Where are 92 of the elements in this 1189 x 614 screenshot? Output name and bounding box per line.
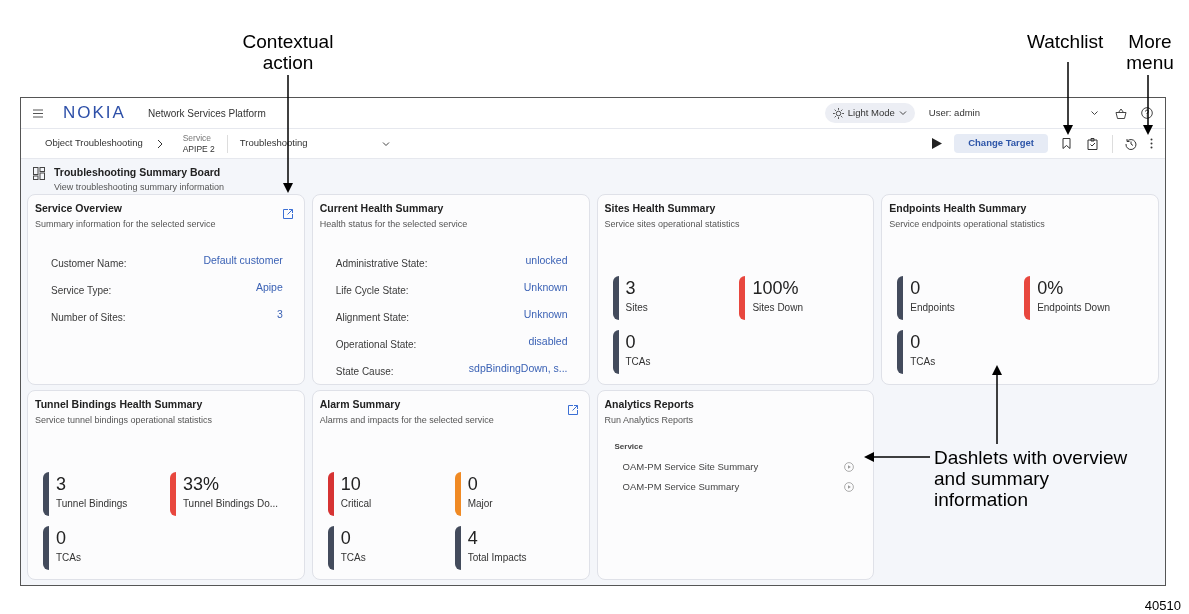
stat-value: 0 <box>467 473 479 497</box>
dashlet-subtitle: Service tunnel bindings operational statistics <box>35 413 213 427</box>
report-group-label: Service <box>614 441 644 454</box>
help-icon[interactable] <box>1141 107 1153 119</box>
dashlet-subtitle: Alarms and impacts for the selected service <box>319 413 494 427</box>
object-name: APIPE 2 <box>182 143 215 155</box>
stat-label: Endpoints <box>910 301 955 316</box>
theme-button[interactable]: Light Mode <box>824 103 915 123</box>
callout-arrow <box>864 452 931 462</box>
stat-value: 4 <box>467 527 479 551</box>
chevron-right-icon <box>156 138 163 149</box>
field-label: Service Type: <box>51 284 112 299</box>
stat-label: Sites Down <box>752 301 803 316</box>
stat-label: Sites <box>625 301 648 316</box>
dashlet-subtitle: Summary information for the selected service <box>35 217 216 231</box>
stat-label: Critical <box>340 497 372 512</box>
dashlet-subtitle: Service sites operational statistics <box>604 217 740 231</box>
dashlet-title: Alarm Summary <box>319 397 402 412</box>
field-value[interactable]: Default customer <box>203 253 283 269</box>
field-label: Number of Sites: <box>51 311 126 326</box>
bookmark-icon[interactable] <box>1062 138 1071 149</box>
field-value[interactable]: Unknown <box>523 307 568 323</box>
field-label: Administrative State: <box>335 257 428 272</box>
stat-label: Total Impacts <box>467 551 527 566</box>
open-external-icon[interactable] <box>566 404 579 416</box>
object-type-label: Service <box>182 132 212 144</box>
callout-label: More menu <box>1125 31 1175 73</box>
stat-label: Major <box>467 497 493 512</box>
chevron-down-icon[interactable] <box>1090 110 1099 116</box>
figure-number: 40510 <box>1144 597 1181 614</box>
chevron-down-icon <box>898 110 907 116</box>
board-subtitle: View troubleshooting summary information <box>54 180 224 194</box>
basket-icon[interactable] <box>1115 107 1127 119</box>
field-label: State Cause: <box>335 365 394 380</box>
chevron-down-icon <box>381 140 390 147</box>
stat-value: 3 <box>625 277 637 301</box>
history-icon[interactable] <box>1125 137 1137 150</box>
dashlet-title: Endpoints Health Summary <box>889 201 1028 216</box>
stat-label: TCAs <box>340 551 366 566</box>
report-name[interactable]: OAM-PM Service Site Summary <box>622 460 759 475</box>
report-name[interactable]: OAM-PM Service Summary <box>622 480 740 495</box>
field-value[interactable]: 3 <box>276 307 283 323</box>
stat-label: TCAs <box>56 551 81 566</box>
stat-value: 0 <box>910 331 922 355</box>
sun-icon <box>832 107 844 119</box>
stat-value: 0 <box>340 527 352 551</box>
logo: NOKIA <box>63 102 126 125</box>
field-value[interactable]: sdpBindingDown, s... <box>468 361 568 377</box>
stat-value: 100% <box>752 277 800 301</box>
field-value[interactable]: disabled <box>528 334 568 350</box>
callout-label: Watchlist <box>1027 31 1104 52</box>
stat-value: 0 <box>625 331 637 355</box>
play-icon[interactable] <box>932 138 943 149</box>
dashboard-icon <box>33 167 45 180</box>
more-menu-icon[interactable] <box>1150 138 1153 149</box>
callout-label: Dashlets with overview and summary information <box>934 447 1129 510</box>
stat-value: 10 <box>340 473 362 497</box>
field-label: Alignment State: <box>335 311 410 326</box>
menu-icon[interactable] <box>33 108 43 118</box>
field-value[interactable]: unlocked <box>525 253 568 269</box>
stat-value: 0 <box>910 277 922 301</box>
dashlet-subtitle: Service endpoints operational statistics <box>889 217 1045 231</box>
stat-label: Endpoints Down <box>1037 301 1110 316</box>
stat-value: 0 <box>56 527 67 551</box>
stat-value: 0% <box>1037 277 1065 301</box>
field-label: Operational State: <box>335 338 417 353</box>
callout-label: Contextual action <box>241 31 335 73</box>
dashlet-title: Sites Health Summary <box>604 201 717 216</box>
user-label[interactable]: User: admin <box>928 105 980 121</box>
clipboard-check-icon[interactable] <box>1087 137 1098 150</box>
field-label: Customer Name: <box>51 257 127 272</box>
stat-label: Tunnel Bindings Do... <box>182 497 279 512</box>
dashlet-subtitle: Run Analytics Reports <box>604 413 694 427</box>
stat-value: 3 <box>56 473 67 497</box>
dashlet-title: Service Overview <box>35 201 123 216</box>
app-name: Network Services Platform <box>147 106 266 121</box>
stat-label: Tunnel Bindings <box>56 497 128 512</box>
open-external-icon[interactable] <box>281 208 294 220</box>
field-label: Life Cycle State: <box>335 284 409 299</box>
change-target-button[interactable]: Change Target <box>954 134 1048 153</box>
callout-arrow <box>1143 74 1153 135</box>
dashlet-title: Tunnel Bindings Health Summary <box>35 397 204 412</box>
stat-label: TCAs <box>910 355 936 370</box>
dashlet-title: Current Health Summary <box>319 201 445 216</box>
field-value[interactable]: Unknown <box>523 280 568 296</box>
field-value[interactable]: Apipe <box>255 280 283 296</box>
stat-value: 33% <box>182 473 220 497</box>
breadcrumb-link[interactable]: Object Troubleshooting <box>45 136 143 151</box>
dashlet-subtitle: Health status for the selected service <box>319 217 468 231</box>
stat-label: TCAs <box>625 355 651 370</box>
board-title: Troubleshooting Summary Board <box>54 165 222 180</box>
dashlet-title: Analytics Reports <box>604 397 694 412</box>
